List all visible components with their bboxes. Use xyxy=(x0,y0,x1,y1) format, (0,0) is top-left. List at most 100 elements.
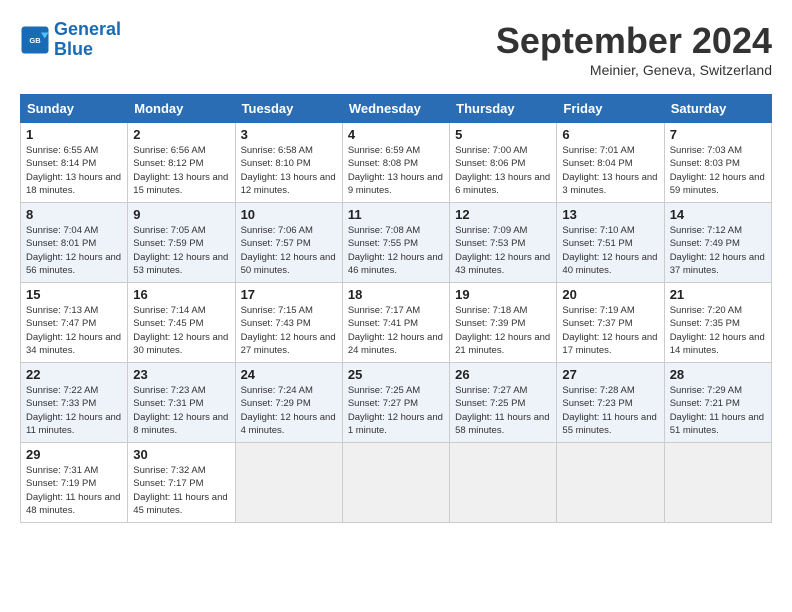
day-info: Sunrise: 7:22 AM Sunset: 7:33 PM Dayligh… xyxy=(26,384,122,437)
day-number: 20 xyxy=(562,287,658,302)
day-number: 15 xyxy=(26,287,122,302)
day-number: 21 xyxy=(670,287,766,302)
empty-cell xyxy=(450,443,557,523)
day-info: Sunrise: 7:24 AM Sunset: 7:29 PM Dayligh… xyxy=(241,384,337,437)
day-number: 29 xyxy=(26,447,122,462)
calendar-day-19: 19 Sunrise: 7:18 AM Sunset: 7:39 PM Dayli… xyxy=(450,283,557,363)
location: Meinier, Geneva, Switzerland xyxy=(496,62,772,78)
empty-cell xyxy=(664,443,771,523)
calendar-day-25: 25 Sunrise: 7:25 AM Sunset: 7:27 PM Dayli… xyxy=(342,363,449,443)
month-title: September 2024 xyxy=(496,20,772,62)
day-info: Sunrise: 7:09 AM Sunset: 7:53 PM Dayligh… xyxy=(455,224,551,277)
day-info: Sunrise: 7:06 AM Sunset: 7:57 PM Dayligh… xyxy=(241,224,337,277)
calendar-day-2: 2 Sunrise: 6:56 AM Sunset: 8:12 PM Daylig… xyxy=(128,123,235,203)
calendar-day-11: 11 Sunrise: 7:08 AM Sunset: 7:55 PM Dayli… xyxy=(342,203,449,283)
calendar-day-27: 27 Sunrise: 7:28 AM Sunset: 7:23 PM Dayli… xyxy=(557,363,664,443)
day-number: 22 xyxy=(26,367,122,382)
empty-cell xyxy=(235,443,342,523)
calendar-week-5: 29 Sunrise: 7:31 AM Sunset: 7:19 PM Dayli… xyxy=(21,443,772,523)
column-header-sunday: Sunday xyxy=(21,95,128,123)
day-number: 11 xyxy=(348,207,444,222)
column-header-saturday: Saturday xyxy=(664,95,771,123)
calendar-day-6: 6Sunrise: 7:01 AM Sunset: 8:04 PM Daylig… xyxy=(557,123,664,203)
day-info: Sunrise: 7:27 AM Sunset: 7:25 PM Dayligh… xyxy=(455,384,551,437)
day-number: 4 xyxy=(348,127,444,142)
calendar-day-28: 28 Sunrise: 7:29 AM Sunset: 7:21 PM Dayli… xyxy=(664,363,771,443)
page-header: GB GeneralBlue September 2024 Meinier, G… xyxy=(20,20,772,78)
svg-text:GB: GB xyxy=(29,36,41,45)
day-number: 1 xyxy=(26,127,122,142)
calendar-day-4: 4 Sunrise: 6:59 AM Sunset: 8:08 PM Daylig… xyxy=(342,123,449,203)
column-header-tuesday: Tuesday xyxy=(235,95,342,123)
day-info: Sunrise: 7:10 AM Sunset: 7:51 PM Dayligh… xyxy=(562,224,658,277)
calendar-week-2: 8Sunrise: 7:04 AM Sunset: 8:01 PM Daylig… xyxy=(21,203,772,283)
title-block: September 2024 Meinier, Geneva, Switzerl… xyxy=(496,20,772,78)
calendar-day-9: 9 Sunrise: 7:05 AM Sunset: 7:59 PM Daylig… xyxy=(128,203,235,283)
day-number: 28 xyxy=(670,367,766,382)
day-number: 3 xyxy=(241,127,337,142)
calendar-day-24: 24 Sunrise: 7:24 AM Sunset: 7:29 PM Dayli… xyxy=(235,363,342,443)
day-info: Sunrise: 6:56 AM Sunset: 8:12 PM Dayligh… xyxy=(133,144,229,197)
day-number: 7 xyxy=(670,127,766,142)
calendar-table: SundayMondayTuesdayWednesdayThursdayFrid… xyxy=(20,94,772,523)
calendar-day-22: 22 Sunrise: 7:22 AM Sunset: 7:33 PM Dayli… xyxy=(21,363,128,443)
day-number: 25 xyxy=(348,367,444,382)
calendar-day-21: 21Sunrise: 7:20 AM Sunset: 7:35 PM Dayli… xyxy=(664,283,771,363)
calendar-day-16: 16 Sunrise: 7:14 AM Sunset: 7:45 PM Dayli… xyxy=(128,283,235,363)
day-info: Sunrise: 7:29 AM Sunset: 7:21 PM Dayligh… xyxy=(670,384,766,437)
calendar-day-7: 7 Sunrise: 7:03 AM Sunset: 8:03 PM Daylig… xyxy=(664,123,771,203)
day-number: 18 xyxy=(348,287,444,302)
calendar-day-26: 26Sunrise: 7:27 AM Sunset: 7:25 PM Dayli… xyxy=(450,363,557,443)
calendar-day-1: 1 Sunrise: 6:55 AM Sunset: 8:14 PM Daylig… xyxy=(21,123,128,203)
calendar-header: SundayMondayTuesdayWednesdayThursdayFrid… xyxy=(21,95,772,123)
calendar-day-23: 23 Sunrise: 7:23 AM Sunset: 7:31 PM Dayli… xyxy=(128,363,235,443)
day-number: 24 xyxy=(241,367,337,382)
column-header-wednesday: Wednesday xyxy=(342,95,449,123)
column-header-thursday: Thursday xyxy=(450,95,557,123)
day-number: 23 xyxy=(133,367,229,382)
calendar-day-3: 3 Sunrise: 6:58 AM Sunset: 8:10 PM Daylig… xyxy=(235,123,342,203)
calendar-day-30: 30 Sunrise: 7:32 AM Sunset: 7:17 PM Dayli… xyxy=(128,443,235,523)
day-info: Sunrise: 7:17 AM Sunset: 7:41 PM Dayligh… xyxy=(348,304,444,357)
day-info: Sunrise: 7:15 AM Sunset: 7:43 PM Dayligh… xyxy=(241,304,337,357)
day-number: 9 xyxy=(133,207,229,222)
day-info: Sunrise: 7:28 AM Sunset: 7:23 PM Dayligh… xyxy=(562,384,658,437)
calendar-day-14: 14Sunrise: 7:12 AM Sunset: 7:49 PM Dayli… xyxy=(664,203,771,283)
day-info: Sunrise: 7:12 AM Sunset: 7:49 PM Dayligh… xyxy=(670,224,766,277)
day-info: Sunrise: 7:25 AM Sunset: 7:27 PM Dayligh… xyxy=(348,384,444,437)
day-number: 17 xyxy=(241,287,337,302)
day-number: 30 xyxy=(133,447,229,462)
day-info: Sunrise: 7:03 AM Sunset: 8:03 PM Dayligh… xyxy=(670,144,766,197)
day-info: Sunrise: 6:58 AM Sunset: 8:10 PM Dayligh… xyxy=(241,144,337,197)
calendar-day-10: 10 Sunrise: 7:06 AM Sunset: 7:57 PM Dayli… xyxy=(235,203,342,283)
calendar-day-15: 15 Sunrise: 7:13 AM Sunset: 7:47 PM Dayli… xyxy=(21,283,128,363)
logo-icon: GB xyxy=(20,25,50,55)
day-number: 2 xyxy=(133,127,229,142)
day-info: Sunrise: 7:08 AM Sunset: 7:55 PM Dayligh… xyxy=(348,224,444,277)
calendar-day-8: 8Sunrise: 7:04 AM Sunset: 8:01 PM Daylig… xyxy=(21,203,128,283)
day-number: 27 xyxy=(562,367,658,382)
logo-text: GeneralBlue xyxy=(54,20,121,60)
day-info: Sunrise: 6:59 AM Sunset: 8:08 PM Dayligh… xyxy=(348,144,444,197)
day-info: Sunrise: 7:18 AM Sunset: 7:39 PM Dayligh… xyxy=(455,304,551,357)
day-number: 16 xyxy=(133,287,229,302)
day-info: Sunrise: 7:13 AM Sunset: 7:47 PM Dayligh… xyxy=(26,304,122,357)
empty-cell xyxy=(557,443,664,523)
day-info: Sunrise: 7:00 AM Sunset: 8:06 PM Dayligh… xyxy=(455,144,551,197)
day-info: Sunrise: 7:05 AM Sunset: 7:59 PM Dayligh… xyxy=(133,224,229,277)
day-info: Sunrise: 7:23 AM Sunset: 7:31 PM Dayligh… xyxy=(133,384,229,437)
calendar-day-29: 29 Sunrise: 7:31 AM Sunset: 7:19 PM Dayli… xyxy=(21,443,128,523)
day-info: Sunrise: 7:19 AM Sunset: 7:37 PM Dayligh… xyxy=(562,304,658,357)
calendar-week-4: 22 Sunrise: 7:22 AM Sunset: 7:33 PM Dayli… xyxy=(21,363,772,443)
day-info: Sunrise: 7:14 AM Sunset: 7:45 PM Dayligh… xyxy=(133,304,229,357)
day-number: 19 xyxy=(455,287,551,302)
calendar-body: 1 Sunrise: 6:55 AM Sunset: 8:14 PM Daylig… xyxy=(21,123,772,523)
day-number: 10 xyxy=(241,207,337,222)
day-info: Sunrise: 6:55 AM Sunset: 8:14 PM Dayligh… xyxy=(26,144,122,197)
day-info: Sunrise: 7:32 AM Sunset: 7:17 PM Dayligh… xyxy=(133,464,229,517)
calendar-day-20: 20 Sunrise: 7:19 AM Sunset: 7:37 PM Dayli… xyxy=(557,283,664,363)
header-row: SundayMondayTuesdayWednesdayThursdayFrid… xyxy=(21,95,772,123)
day-info: Sunrise: 7:31 AM Sunset: 7:19 PM Dayligh… xyxy=(26,464,122,517)
day-info: Sunrise: 7:04 AM Sunset: 8:01 PM Dayligh… xyxy=(26,224,122,277)
column-header-monday: Monday xyxy=(128,95,235,123)
